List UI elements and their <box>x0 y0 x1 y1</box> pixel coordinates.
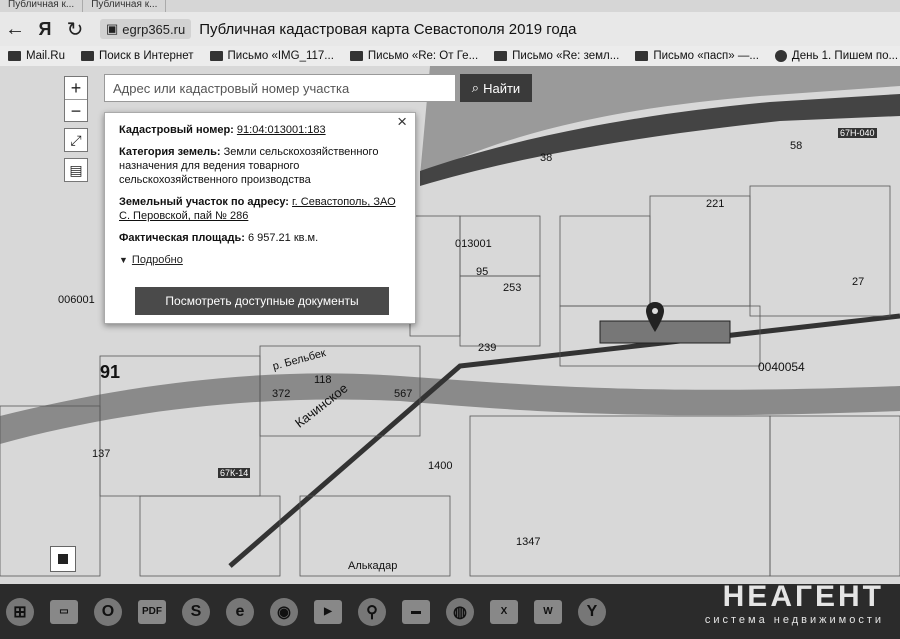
zoom-control: + − <box>64 76 88 122</box>
close-icon[interactable]: × <box>397 113 407 130</box>
search-icon <box>80 51 94 61</box>
area-value: 6 957.21 кв.м. <box>247 232 319 244</box>
quarter-label: 013001 <box>455 238 492 250</box>
envelope-icon <box>635 51 649 61</box>
window-icon[interactable]: ▭ <box>44 592 84 632</box>
search-button-label: Найти <box>483 80 521 96</box>
back-arrow-icon[interactable]: ← <box>0 18 30 41</box>
start-icon[interactable]: ⊞ <box>0 592 40 632</box>
road-code-label: 67Н-040 <box>838 128 877 138</box>
address-label: Земельный участок по адресу: <box>119 196 289 208</box>
ie-icon[interactable]: e <box>220 592 260 632</box>
envelope-icon <box>349 51 363 61</box>
road-code-label: 67К-14 <box>218 468 251 478</box>
url-chip[interactable]: ▣ egrp365.ru <box>100 19 192 39</box>
plot-label: 372 <box>272 388 291 400</box>
area-row: Фактическая площадь: 6 957.21 кв.м. <box>119 231 401 245</box>
page-title: Публичная кадастровая карта Севастополя … <box>199 20 577 38</box>
triangle-down-icon: ▼ <box>119 255 128 265</box>
bookmark-search[interactable]: Поиск в Интернет <box>73 50 202 62</box>
address-bar: ← Я ↻ ▣ egrp365.ru Публичная кадастровая… <box>0 12 900 46</box>
plot-label: 253 <box>503 282 522 294</box>
quarter-label: 006001 <box>58 294 95 306</box>
bookmark-mailru[interactable]: Mail.Ru <box>0 50 73 62</box>
mailru-icon <box>8 51 21 61</box>
envelope-icon <box>494 51 508 61</box>
yandex-browser-icon[interactable]: Y <box>572 592 612 632</box>
zoom-out-button[interactable]: − <box>65 99 87 121</box>
plot-label: 27 <box>852 276 865 288</box>
pdf-icon[interactable]: PDF <box>132 592 172 632</box>
bookmark-letter-4[interactable]: Письмо «пасп» —... <box>627 50 767 62</box>
plot-label: 221 <box>706 198 725 210</box>
bookmark-letter-2[interactable]: Письмо «Re: От Ге... <box>342 50 486 62</box>
village-label: Алькадар <box>348 560 398 572</box>
bookmark-label: День 1. Пишем по... <box>791 50 899 62</box>
plot-label: 118 <box>314 374 332 386</box>
address-row: Земельный участок по адресу: г. Севастоп… <box>119 195 401 223</box>
tab-2[interactable]: Публичная к... <box>83 0 167 12</box>
land-category-row: Категория земель: Земли сельскохозяйстве… <box>119 145 401 187</box>
cadastral-map[interactable]: 013001 006001 0040054 91 Качинское р. Бе… <box>0 66 900 584</box>
url-text: egrp365.ru <box>122 21 186 37</box>
maps-icon[interactable]: ⚲ <box>352 592 392 632</box>
bookmark-letter-1[interactable]: Письмо «IMG_117... <box>202 50 342 62</box>
bookmark-day-1[interactable]: День 1. Пишем по... <box>767 50 900 62</box>
media-icon[interactable]: ▶ <box>308 592 348 632</box>
plot-label: 38 <box>540 152 553 164</box>
plot-label: 137 <box>92 448 111 460</box>
details-toggle[interactable]: ▼ Подробно <box>119 253 401 267</box>
plot-label: 95 <box>476 266 489 278</box>
area-label: Фактическая площадь: <box>119 232 245 244</box>
bookmark-label: Письмо «пасп» —... <box>653 50 759 62</box>
fullscreen-icon[interactable]: ⤢ <box>64 128 88 152</box>
tab-1[interactable]: Публичная к... <box>0 0 84 12</box>
quarter-label: 0040054 <box>758 360 805 374</box>
bookmark-label: Письмо «Re: земл... <box>512 50 620 62</box>
word-icon[interactable]: W <box>528 592 568 632</box>
tab-strip: Публичная к... Публичная к... <box>0 0 900 12</box>
bookmark-label: Mail.Ru <box>26 50 65 62</box>
print-icon[interactable]: ▤ <box>64 158 88 182</box>
quarter-label: 91 <box>100 362 121 382</box>
yandex-icon[interactable]: Я <box>30 19 60 40</box>
bookmark-letter-3[interactable]: Письмо «Re: земл... <box>486 50 627 62</box>
watermark-title: НЕАГЕНТ <box>722 580 884 613</box>
skype-icon[interactable]: S <box>176 592 216 632</box>
folder-icon[interactable]: ▬ <box>396 592 436 632</box>
search-input[interactable]: Адрес или кадастровый номер участка <box>104 74 456 102</box>
bookmarks-bar: Mail.Ru Поиск в Интернет Письмо «IMG_117… <box>0 46 900 66</box>
bookmark-label: Поиск в Интернет <box>98 50 194 62</box>
reload-icon[interactable]: ↻ <box>60 17 90 42</box>
details-label: Подробно <box>131 254 183 266</box>
envelope-icon <box>209 51 223 61</box>
watermark-subtitle: система недвижимости <box>704 614 884 626</box>
search-icon: ⌕ <box>471 80 480 95</box>
land-category-label: Категория земель: <box>119 146 221 158</box>
chrome-icon[interactable]: ◉ <box>264 592 304 632</box>
site-icon: ▣ <box>106 21 119 36</box>
cadastral-number-row: Кадастровый номер: 91:04:013001:183 <box>119 123 401 137</box>
plot-label: 58 <box>790 140 803 152</box>
opera-icon[interactable]: O <box>88 592 128 632</box>
search-button[interactable]: ⌕ Найти <box>460 74 532 102</box>
zoom-in-button[interactable]: + <box>65 77 87 99</box>
plot-label: 239 <box>478 342 497 354</box>
earth-icon[interactable]: ◍ <box>440 592 480 632</box>
plot-label: 567 <box>394 388 413 400</box>
parcel-info-popup: × Кадастровый номер: 91:04:013001:183 Ка… <box>104 112 416 324</box>
layers-icon[interactable] <box>50 546 76 572</box>
excel-icon[interactable]: X <box>484 592 524 632</box>
plot-label: 1400 <box>428 460 453 472</box>
bookmark-label: Письмо «Re: От Ге... <box>367 50 479 62</box>
cadastral-number-link[interactable]: 91:04:013001:183 <box>237 124 326 136</box>
bookmark-label: Письмо «IMG_117... <box>227 50 334 62</box>
view-documents-button[interactable]: Посмотреть доступные документы <box>135 287 389 315</box>
plot-label: 1347 <box>516 536 541 548</box>
map-pin-icon[interactable] <box>646 302 664 334</box>
play-icon <box>774 50 787 62</box>
cadastral-number-label: Кадастровый номер: <box>119 124 234 136</box>
watermark: НЕАГЕНТ система недвижимости <box>705 580 884 626</box>
